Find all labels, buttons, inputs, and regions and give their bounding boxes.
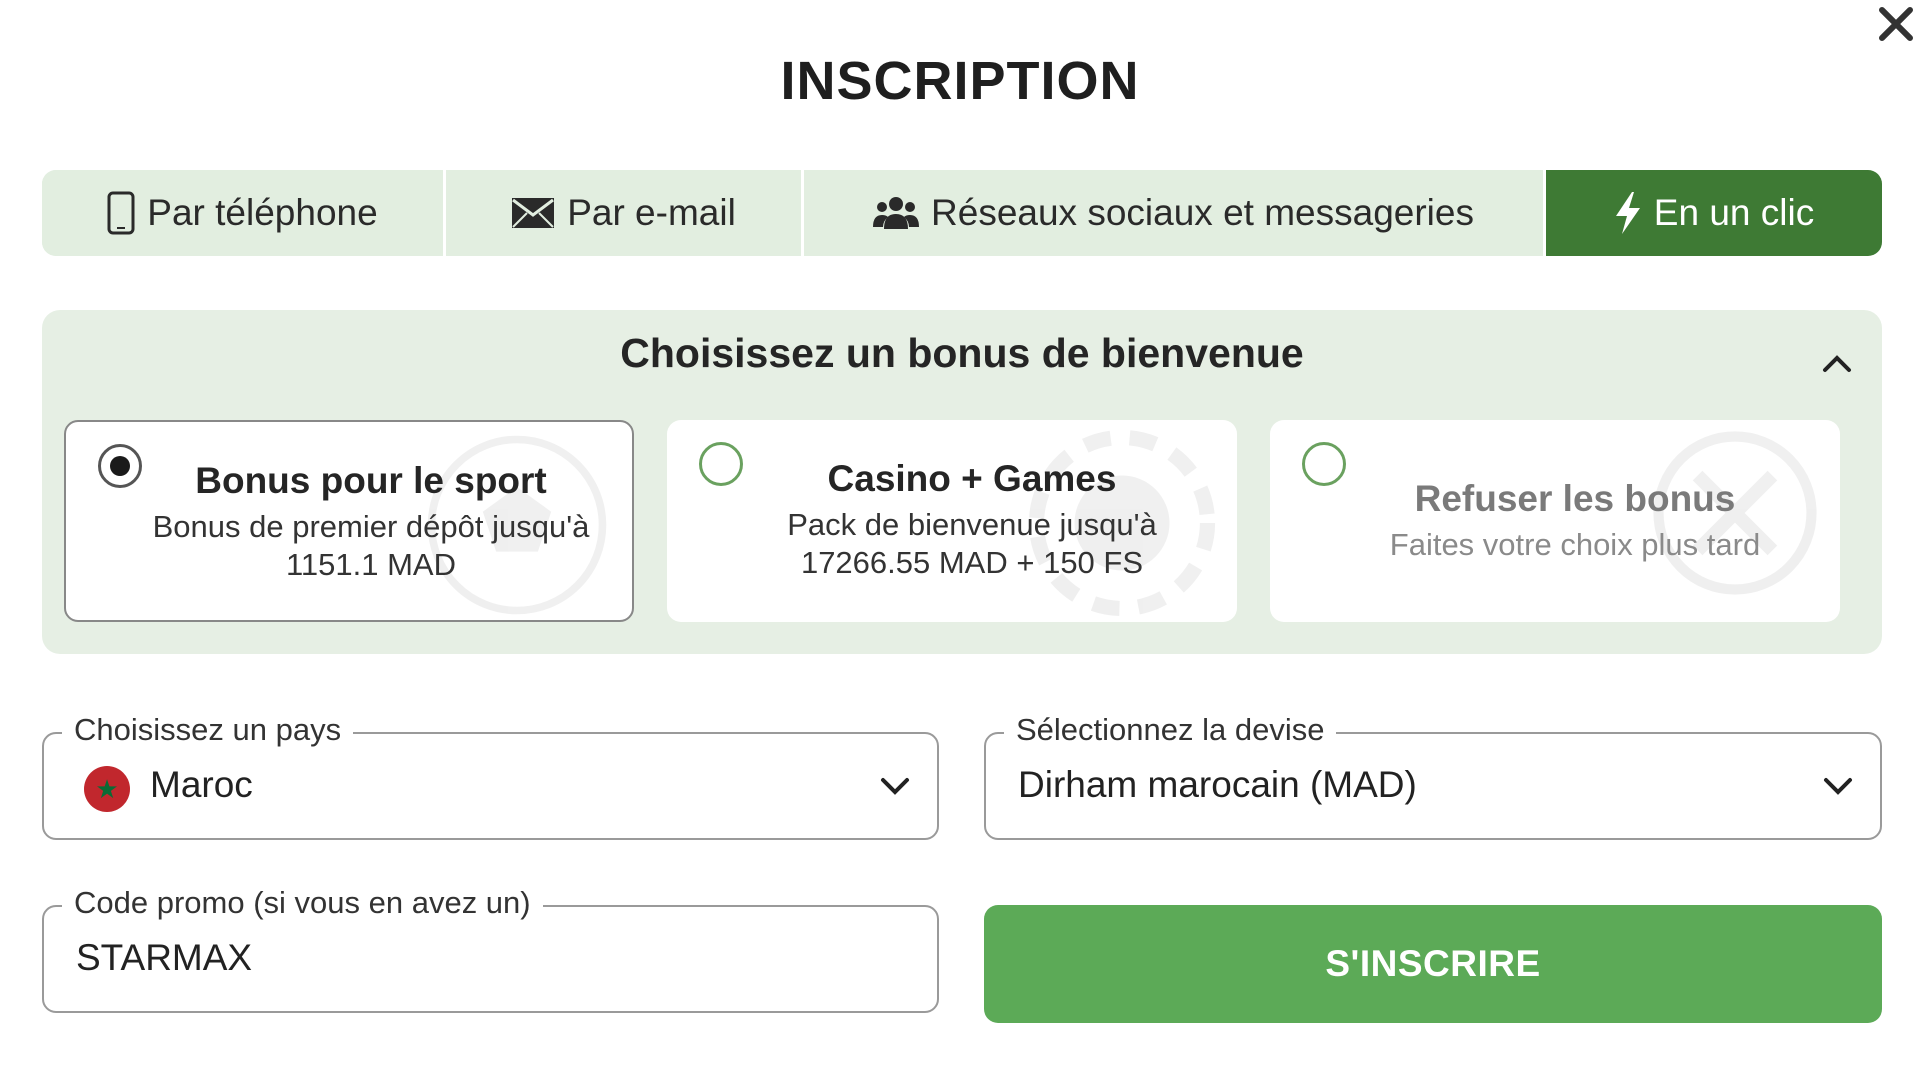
envelope-icon [511,197,555,229]
bonus-description-line2: 1151.1 MAD [285,547,456,582]
registration-modal: INSCRIPTION Par téléphone Par e-mail Rés… [0,0,1920,1080]
register-button[interactable]: S'INSCRIRE [984,905,1882,1023]
collapse-button[interactable] [1812,340,1862,390]
chevron-down-icon [875,766,915,806]
tab-label: En un clic [1653,192,1815,233]
users-icon [873,195,920,231]
currency-value: Dirham marocain (MAD) [1018,764,1417,805]
registration-method-tabs: Par téléphone Par e-mail Réseaux sociaux… [42,170,1882,256]
country-value: Maroc [150,764,253,805]
close-icon [1876,4,1916,49]
tab-social[interactable]: Réseaux sociaux et messageries [804,170,1546,256]
tab-label: Par e-mail [567,192,736,233]
tab-phone[interactable]: Par téléphone [42,170,446,256]
chevron-up-icon [1822,353,1852,378]
close-button[interactable] [1872,0,1920,52]
currency-label: Sélectionnez la devise [1004,712,1337,748]
bonus-option-sport[interactable]: Bonus pour le sport Bonus de premier dép… [64,420,634,622]
bonus-option-refuse[interactable]: Refuser les bonus Faites votre choix plu… [1270,420,1840,622]
promo-code-value: STARMAX [76,937,253,978]
bonus-title: Casino + Games [827,458,1117,499]
country-select[interactable]: Choisissez un pays ★ Maroc [42,712,939,840]
tab-label: Réseaux sociaux et messageries [931,192,1474,233]
currency-select[interactable]: Sélectionnez la devise Dirham marocain (… [984,712,1882,840]
bonus-description-line1: Pack de bienvenue jusqu'à [787,507,1157,542]
country-label: Choisissez un pays [62,712,354,748]
phone-icon [107,191,135,235]
bonus-panel-title: Choisissez un bonus de bienvenue [620,330,1304,376]
tab-one-click[interactable]: En un clic [1546,170,1882,256]
page-title: INSCRIPTION [780,51,1140,111]
welcome-bonus-panel: Choisissez un bonus de bienvenue Bonus p… [42,310,1882,654]
bonus-description: Faites votre choix plus tard [1389,527,1761,562]
bolt-icon [1614,192,1642,234]
tab-label: Par téléphone [147,192,378,233]
bonus-title: Refuser les bonus [1414,478,1736,519]
bonus-description-line1: Bonus de premier dépôt jusqu'à [152,509,590,544]
bonus-title: Bonus pour le sport [195,460,547,501]
morocco-flag-icon: ★ [84,766,130,812]
tab-email[interactable]: Par e-mail [446,170,804,256]
bonus-description-line2: 17266.55 MAD + 150 FS [800,545,1144,580]
promo-code-field[interactable]: Code promo (si vous en avez un) STARMAX [42,885,939,1013]
promo-code-label: Code promo (si vous en avez un) [62,885,543,921]
bonus-option-casino[interactable]: Casino + Games Pack de bienvenue jusqu'à… [667,420,1237,622]
chevron-down-icon [1818,766,1858,806]
